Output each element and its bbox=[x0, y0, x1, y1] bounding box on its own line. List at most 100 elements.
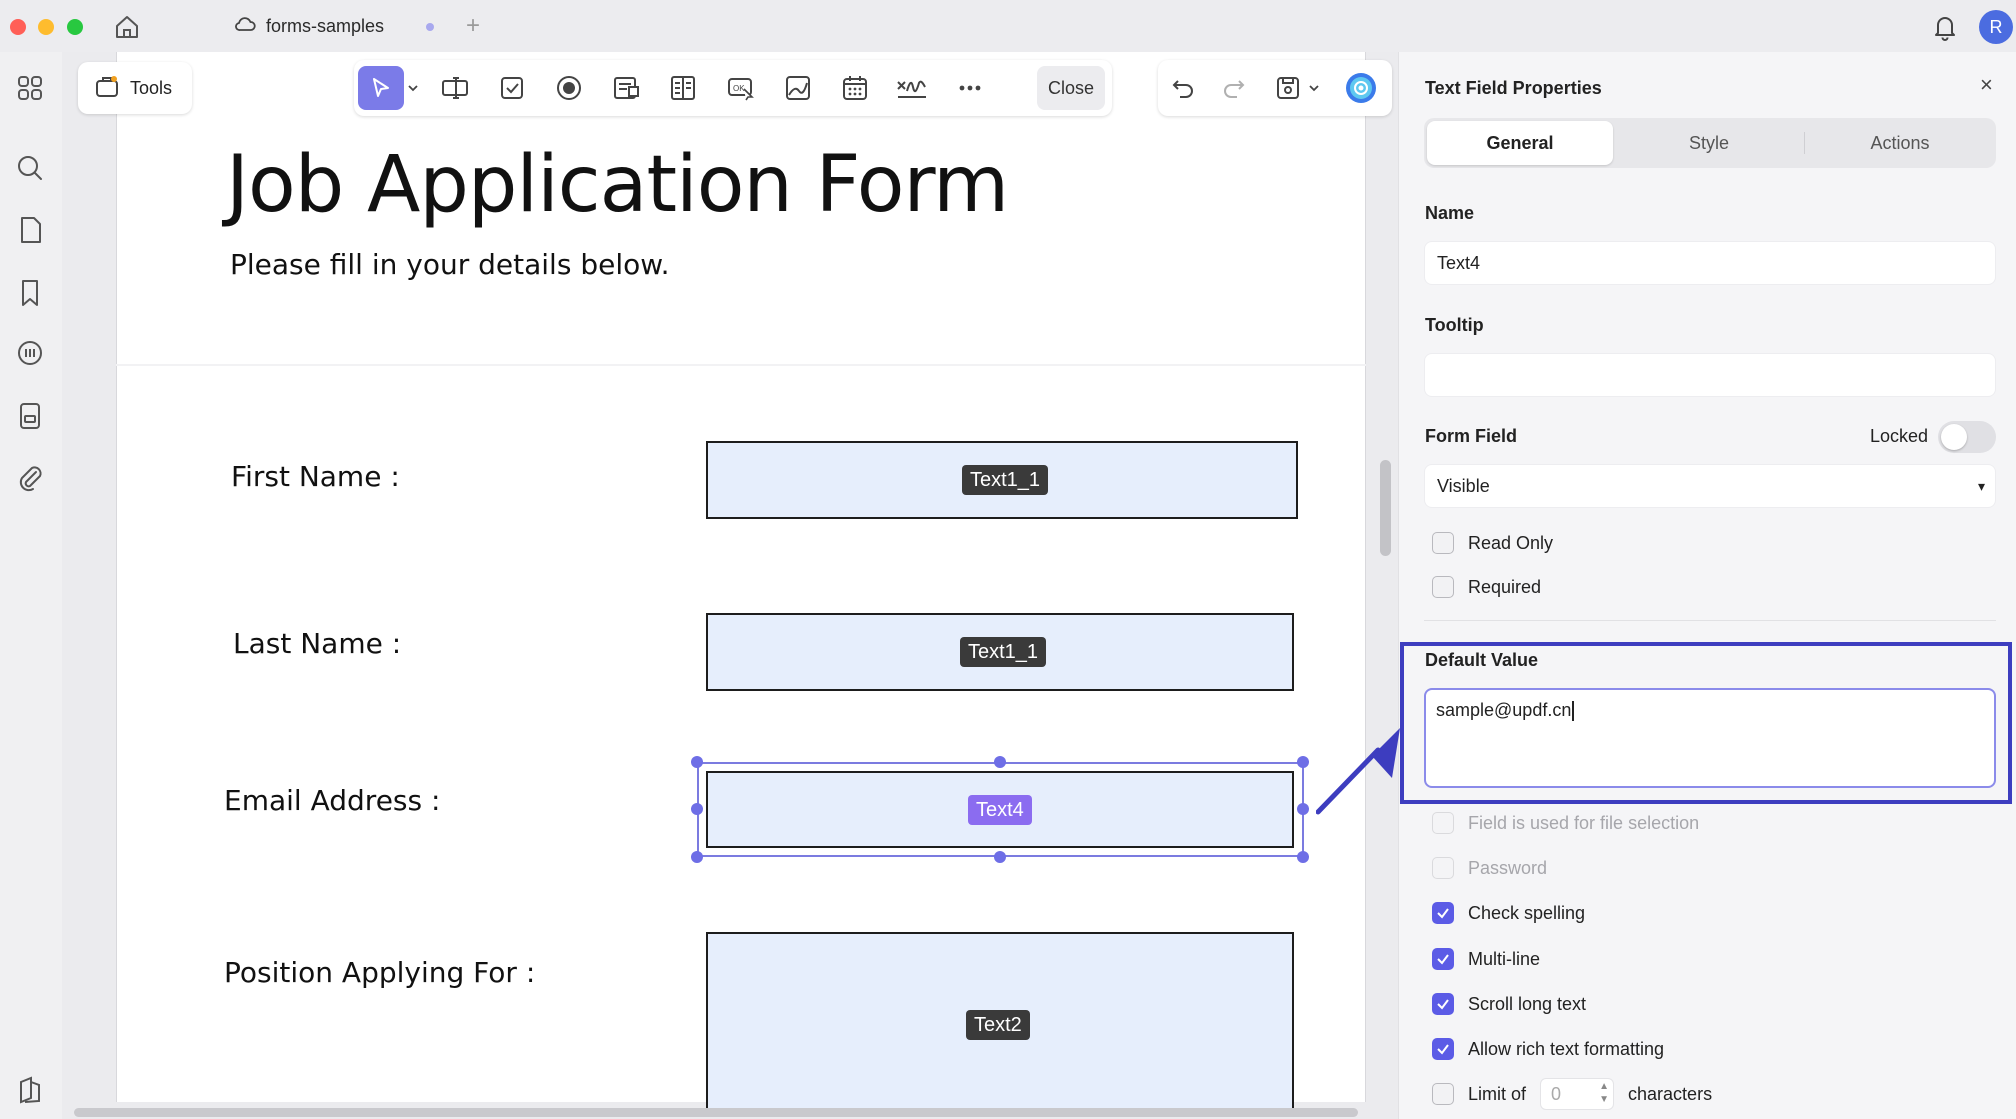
bell-icon[interactable] bbox=[1930, 12, 1960, 42]
toolbox-icon bbox=[94, 73, 120, 104]
resize-handle[interactable] bbox=[1297, 803, 1309, 815]
name-input[interactable]: Text4 bbox=[1424, 241, 1996, 285]
text-field-icon[interactable] bbox=[438, 71, 472, 105]
resize-handle[interactable] bbox=[691, 803, 703, 815]
section-divider bbox=[1424, 620, 1996, 621]
limit-suffix-label: characters bbox=[1628, 1083, 1713, 1104]
resize-handle[interactable] bbox=[1297, 851, 1309, 863]
pages-icon[interactable] bbox=[14, 214, 46, 246]
tab-title: forms-samples bbox=[266, 15, 385, 36]
horizontal-scrollbar[interactable] bbox=[74, 1108, 1358, 1117]
radio-button-icon[interactable] bbox=[552, 71, 586, 105]
checkbox bbox=[1432, 857, 1454, 879]
scroll-long-text-option[interactable]: Scroll long text bbox=[1432, 990, 1586, 1018]
tooltip-input[interactable] bbox=[1424, 353, 1996, 397]
tab-actions[interactable]: Actions bbox=[1806, 118, 1994, 168]
required-label: Required bbox=[1468, 576, 1542, 597]
document-subtitle: Please fill in your details below. bbox=[230, 248, 670, 281]
rich-text-option[interactable]: Allow rich text formatting bbox=[1432, 1035, 1664, 1063]
home-icon[interactable] bbox=[112, 12, 142, 42]
tab-style[interactable]: Style bbox=[1616, 118, 1802, 168]
zoom-window-button[interactable] bbox=[67, 19, 83, 35]
checkbox-checked[interactable] bbox=[1432, 948, 1454, 970]
comment-icon[interactable] bbox=[14, 338, 46, 370]
chevron-down-icon[interactable] bbox=[404, 71, 422, 105]
avatar[interactable]: R bbox=[1979, 10, 2013, 44]
resize-handle[interactable] bbox=[1297, 756, 1309, 768]
resize-handle[interactable] bbox=[691, 851, 703, 863]
text-cursor bbox=[1572, 701, 1575, 722]
default-value-textarea[interactable]: sample@updf.cn bbox=[1424, 688, 1996, 788]
close-window-button[interactable] bbox=[10, 19, 26, 35]
form-icon[interactable] bbox=[14, 400, 46, 432]
file-selection-label: Field is used for file selection bbox=[1468, 812, 1700, 833]
document-tab[interactable]: forms-samples bbox=[228, 8, 460, 44]
close-form-edit-button[interactable]: Close bbox=[1037, 66, 1105, 110]
form-toolbar: OK Close bbox=[354, 60, 1112, 116]
bookmark-icon[interactable] bbox=[14, 277, 46, 309]
more-icon[interactable] bbox=[953, 71, 987, 105]
layers-icon[interactable] bbox=[14, 1074, 46, 1106]
search-icon[interactable] bbox=[14, 152, 46, 184]
undo-icon[interactable] bbox=[1166, 71, 1200, 105]
file-selection-option: Field is used for file selection bbox=[1432, 809, 1699, 837]
default-value-text: sample@updf.cn bbox=[1436, 700, 1572, 720]
close-icon[interactable]: × bbox=[1980, 72, 1993, 98]
panel-title: Text Field Properties bbox=[1425, 78, 1602, 98]
page-divider bbox=[116, 364, 1366, 366]
annotation-arrow-icon bbox=[1316, 728, 1400, 815]
chevron-down-icon[interactable] bbox=[1306, 71, 1322, 105]
limit-prefix-label: Limit of bbox=[1468, 1083, 1527, 1104]
resize-handle[interactable] bbox=[691, 756, 703, 768]
checkbox[interactable] bbox=[1432, 1083, 1454, 1105]
limit-characters-option[interactable]: Limit of 0 ▲ ▼ characters bbox=[1432, 1078, 1712, 1110]
combo-box-icon[interactable] bbox=[609, 71, 643, 105]
checkbox-checked[interactable] bbox=[1432, 993, 1454, 1015]
list-box-icon[interactable] bbox=[666, 71, 700, 105]
read-only-option[interactable]: Read Only bbox=[1432, 529, 1553, 557]
required-option[interactable]: Required bbox=[1432, 573, 1541, 601]
field-name-chip: Text4 bbox=[968, 795, 1032, 825]
tools-label: Tools bbox=[130, 77, 173, 98]
date-field-icon[interactable] bbox=[838, 71, 872, 105]
save-icon[interactable] bbox=[1271, 71, 1305, 105]
attachment-icon[interactable] bbox=[14, 462, 46, 494]
visibility-select[interactable]: Visible ▾ bbox=[1424, 464, 1996, 508]
stepper-arrows-icon[interactable]: ▲ ▼ bbox=[1599, 1080, 1609, 1106]
tools-button[interactable]: Tools bbox=[78, 62, 192, 114]
unsaved-indicator bbox=[426, 23, 434, 31]
limit-stepper[interactable]: 0 ▲ ▼ bbox=[1540, 1078, 1615, 1110]
first-name-label: First Name : bbox=[231, 460, 400, 493]
left-rail bbox=[0, 52, 62, 1119]
tab-divider bbox=[1804, 132, 1805, 154]
ai-assistant-icon[interactable] bbox=[1344, 71, 1378, 105]
checkbox-icon[interactable] bbox=[495, 71, 529, 105]
resize-handle[interactable] bbox=[994, 851, 1006, 863]
grid-icon[interactable] bbox=[14, 72, 46, 104]
redo-icon[interactable] bbox=[1217, 71, 1251, 105]
scroll-long-text-label: Scroll long text bbox=[1468, 993, 1587, 1014]
email-address-label: Email Address : bbox=[224, 784, 441, 817]
cloud-icon bbox=[234, 15, 256, 38]
checkbox[interactable] bbox=[1432, 532, 1454, 554]
tab-general[interactable]: General bbox=[1427, 121, 1613, 165]
checkbox bbox=[1432, 812, 1454, 834]
check-spelling-option[interactable]: Check spelling bbox=[1432, 899, 1585, 927]
vertical-scrollbar[interactable] bbox=[1380, 460, 1391, 556]
new-tab-button[interactable]: + bbox=[466, 12, 480, 40]
checkbox[interactable] bbox=[1432, 576, 1454, 598]
title-bar: forms-samples + R bbox=[0, 0, 2016, 52]
read-only-label: Read Only bbox=[1468, 532, 1554, 553]
document-title: Job Application Form bbox=[226, 140, 1009, 230]
select-arrow-icon[interactable] bbox=[358, 66, 404, 110]
resize-handle[interactable] bbox=[994, 756, 1006, 768]
multi-line-option[interactable]: Multi-line bbox=[1432, 945, 1540, 973]
image-field-icon[interactable] bbox=[781, 71, 815, 105]
password-label: Password bbox=[1468, 857, 1548, 878]
checkbox-checked[interactable] bbox=[1432, 902, 1454, 924]
button-icon[interactable]: OK bbox=[724, 71, 758, 105]
locked-toggle[interactable] bbox=[1938, 421, 1996, 453]
checkbox-checked[interactable] bbox=[1432, 1038, 1454, 1060]
minimize-window-button[interactable] bbox=[38, 19, 54, 35]
signature-icon[interactable] bbox=[895, 71, 929, 105]
